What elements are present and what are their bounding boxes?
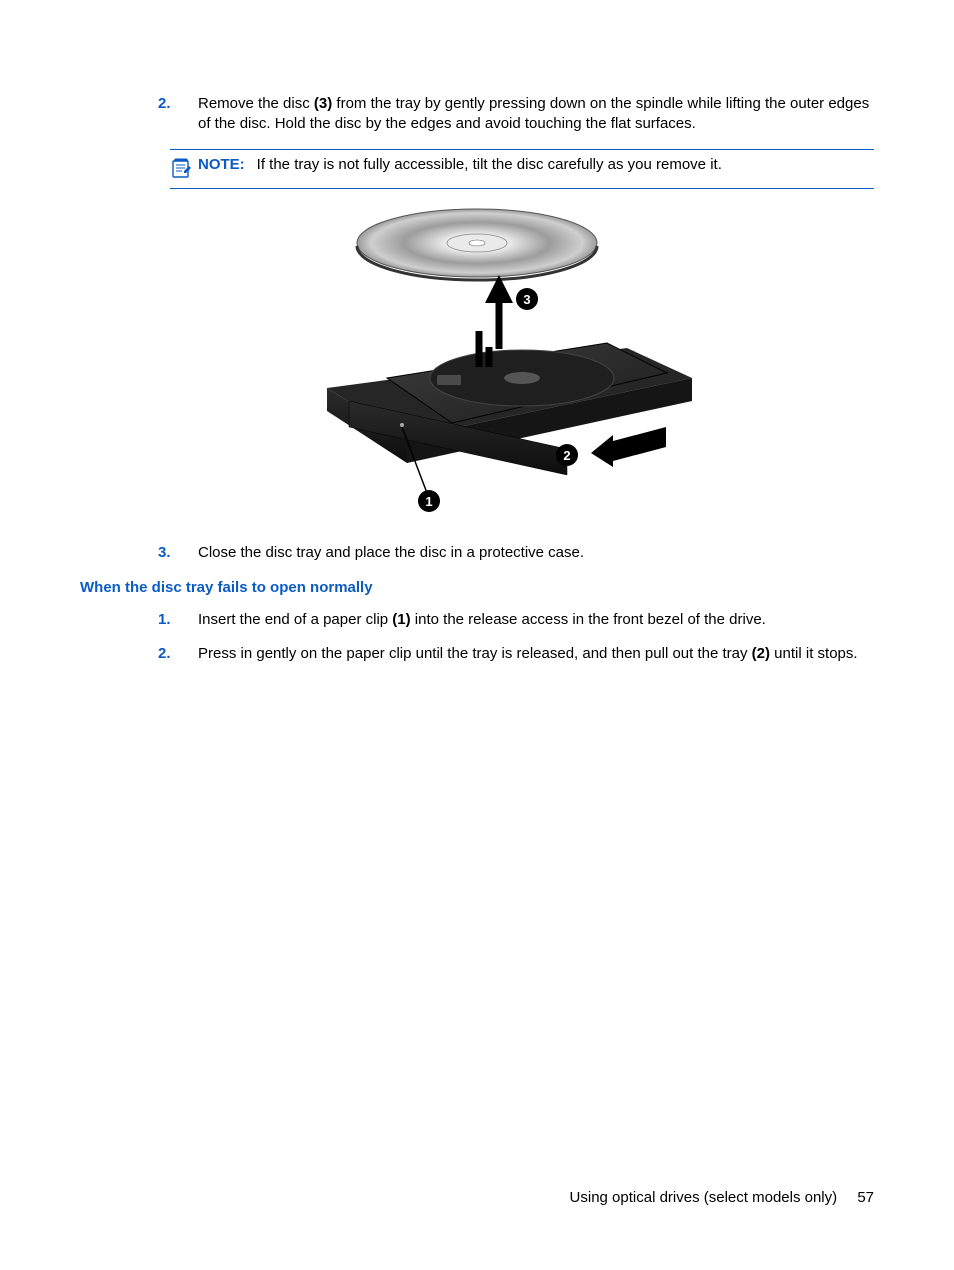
step-number: 2. bbox=[158, 94, 198, 135]
step-number: 3. bbox=[158, 543, 198, 563]
step-body: Remove the disc (3) from the tray by gen… bbox=[198, 94, 874, 135]
step-number: 2. bbox=[158, 644, 198, 664]
callout-1: 1 bbox=[418, 490, 440, 512]
step-text-a: Remove the disc bbox=[198, 95, 314, 112]
svg-text:1: 1 bbox=[425, 494, 432, 509]
step-text-c: into the release access in the front bez… bbox=[411, 611, 766, 628]
disc bbox=[357, 209, 597, 280]
step-text-bold: (1) bbox=[392, 611, 410, 628]
page: 2. Remove the disc (3) from the tray by … bbox=[0, 0, 954, 1270]
step-b2: 2. Press in gently on the paper clip unt… bbox=[80, 644, 874, 664]
svg-text:3: 3 bbox=[523, 292, 530, 307]
optical-drive-illustration: 3 2 1 bbox=[237, 203, 717, 523]
step-text-bold: (2) bbox=[752, 645, 770, 662]
svg-text:2: 2 bbox=[563, 448, 570, 463]
note-icon bbox=[170, 156, 194, 180]
step-2: 2. Remove the disc (3) from the tray by … bbox=[80, 94, 874, 135]
page-number: 57 bbox=[857, 1189, 874, 1206]
page-footer: Using optical drives (select models only… bbox=[570, 1189, 874, 1206]
step-body: Insert the end of a paper clip (1) into … bbox=[198, 610, 874, 630]
callout-3: 3 bbox=[516, 288, 538, 310]
footer-section: Using optical drives (select models only… bbox=[570, 1189, 838, 1206]
in-arrow-icon bbox=[591, 427, 666, 467]
step-text: Close the disc tray and place the disc i… bbox=[198, 544, 584, 561]
callout-2: 2 bbox=[556, 444, 578, 466]
step-text-a: Press in gently on the paper clip until … bbox=[198, 645, 752, 662]
step-body: Close the disc tray and place the disc i… bbox=[198, 543, 874, 563]
step-text-bold: (3) bbox=[314, 95, 332, 112]
step-body: Press in gently on the paper clip until … bbox=[198, 644, 874, 664]
step-text-a: Insert the end of a paper clip bbox=[198, 611, 392, 628]
step-number: 1. bbox=[158, 610, 198, 630]
note-box: NOTE: If the tray is not fully accessibl… bbox=[170, 149, 874, 189]
note-label: NOTE: bbox=[198, 156, 245, 173]
section-heading: When the disc tray fails to open normall… bbox=[80, 579, 874, 596]
step-b1: 1. Insert the end of a paper clip (1) in… bbox=[80, 610, 874, 630]
diagram: 3 2 1 bbox=[80, 203, 874, 523]
step-text-c: until it stops. bbox=[770, 645, 858, 662]
step-3: 3. Close the disc tray and place the dis… bbox=[80, 543, 874, 563]
note-text: If the tray is not fully accessible, til… bbox=[257, 156, 722, 173]
